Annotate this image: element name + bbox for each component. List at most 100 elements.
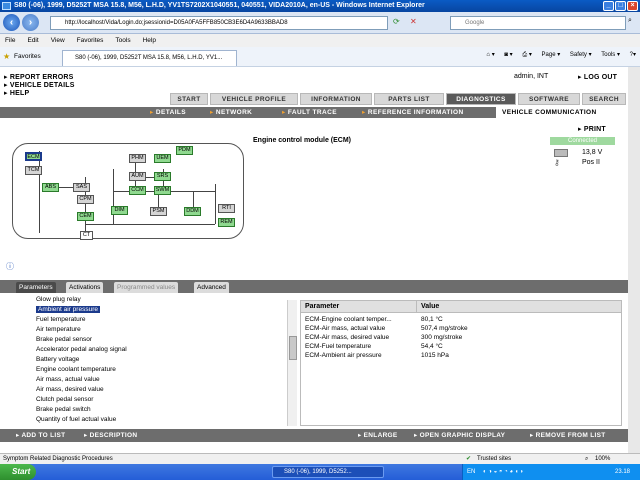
node-ecm[interactable]: ECM (25, 152, 42, 161)
zoom-icon[interactable]: ⌕ (585, 454, 588, 464)
star-icon[interactable]: ★ (3, 52, 10, 61)
logout-link[interactable]: ▸ LOG OUT (578, 73, 617, 81)
browser-tab[interactable]: S80 (-06), 1999, D5252T MSA 15.8, M56, L… (62, 50, 237, 66)
node-swm[interactable]: SWM (154, 186, 171, 195)
column-header-value[interactable]: Value (417, 301, 621, 313)
node-tcm[interactable]: TCM (25, 166, 42, 175)
vehicle-details-link[interactable]: ▸ VEHICLE DETAILS (4, 81, 75, 89)
list-item[interactable]: Accelerator pedal analog signal (0, 345, 300, 355)
info-icon[interactable]: ⓘ (6, 261, 14, 272)
tab-software[interactable]: SOFTWARE (518, 93, 580, 105)
list-item[interactable]: Brake pedal sensor (0, 335, 300, 345)
description-button[interactable]: ▸ DESCRIPTION (84, 429, 137, 442)
list-item[interactable]: Quantity of fuel actual value (0, 415, 300, 425)
node-cpm[interactable]: CPM (77, 195, 94, 204)
list-item[interactable]: Battery voltage (0, 355, 300, 365)
table-row[interactable]: ECM-Ambient air pressure 1015 hPa (301, 351, 621, 360)
node-ddm[interactable]: DDM (184, 207, 201, 216)
menu-file[interactable]: File (5, 37, 15, 44)
tab-diagnostics[interactable]: DIAGNOSTICS (446, 93, 516, 105)
tab-information[interactable]: INFORMATION (300, 93, 372, 105)
list-item[interactable]: Air temperature (0, 325, 300, 335)
node-pdm[interactable]: PDM (176, 146, 193, 155)
tab-start[interactable]: START (170, 93, 208, 105)
back-icon[interactable]: ‹ (3, 14, 20, 31)
maximize-button[interactable]: □ (615, 1, 626, 11)
menu-help[interactable]: Help (143, 37, 156, 44)
subtab-vehicle-communication[interactable]: VEHICLE COMMUNICATION (496, 107, 628, 118)
node-rti[interactable]: RTI (218, 204, 235, 213)
list-item[interactable]: Engine coolant temperature (0, 365, 300, 375)
node-ct[interactable]: CT (80, 231, 93, 240)
menu-edit[interactable]: Edit (27, 37, 38, 44)
minimize-button[interactable]: _ (603, 1, 614, 11)
search-input[interactable]: Google (450, 16, 626, 30)
table-row[interactable]: ECM-Air mass, actual value 507,4 mg/strok… (301, 324, 621, 333)
node-sas[interactable]: SAS (73, 183, 90, 192)
add-to-list-button[interactable]: ▸ ADD TO LIST (16, 429, 65, 442)
home-icon[interactable]: ⌂ ▾ (486, 52, 494, 58)
node-uem[interactable]: UEM (154, 154, 171, 163)
node-dim[interactable]: DIM (111, 206, 128, 215)
subtab-network[interactable]: ▸ NETWORK (210, 107, 252, 118)
tab-advanced[interactable]: Advanced (194, 282, 229, 293)
node-psm[interactable]: PSM (150, 207, 167, 216)
node-srs[interactable]: SRS (154, 172, 171, 181)
feeds-icon[interactable]: ◙ ▾ (504, 52, 512, 58)
forward-icon[interactable]: › (22, 14, 39, 31)
node-cem[interactable]: CEM (77, 212, 94, 221)
search-icon[interactable]: ⌕ (628, 17, 632, 25)
menu-favorites[interactable]: Favorites (77, 37, 104, 44)
node-ccm[interactable]: CCM (129, 186, 146, 195)
node-phm[interactable]: PHM (129, 154, 146, 163)
list-item[interactable]: Fuel temperature (0, 315, 300, 325)
stop-icon[interactable]: ✕ (410, 17, 417, 26)
remove-from-list-button[interactable]: ▸ REMOVE FROM LIST (530, 429, 605, 442)
refresh-icon[interactable]: ⟳ (393, 17, 400, 26)
start-button[interactable]: Start (0, 464, 36, 480)
tab-programmed-values: Programmed values (114, 282, 179, 293)
favorites-button[interactable]: Favorites (14, 53, 41, 60)
url-field[interactable]: http://localhost/Vida/Login.do;jsessioni… (50, 16, 388, 30)
close-button[interactable]: × (627, 1, 638, 11)
page-menu[interactable]: Page ▾ (542, 52, 561, 58)
tab-parameters[interactable]: Parameters (16, 282, 56, 293)
list-item[interactable]: Clutch pedal sensor (0, 395, 300, 405)
tab-parts-list[interactable]: PARTS LIST (374, 93, 444, 105)
help-link[interactable]: ▸ HELP (4, 89, 29, 97)
tab-vehicle-profile[interactable]: VEHICLE PROFILE (210, 93, 298, 105)
open-graphic-display-button[interactable]: ▸ OPEN GRAPHIC DISPLAY (414, 429, 505, 442)
subtab-reference-information[interactable]: ▸ REFERENCE INFORMATION (362, 107, 464, 118)
tab-activations[interactable]: Activations (66, 282, 104, 293)
safety-menu[interactable]: Safety ▾ (570, 52, 592, 58)
tab-search[interactable]: SEARCH (582, 93, 626, 105)
print-icon[interactable]: ⎙ ▾ (522, 52, 531, 58)
menu-view[interactable]: View (51, 37, 65, 44)
list-item[interactable]: Air mass, actual value (0, 375, 300, 385)
help-icon[interactable]: ?▾ (630, 52, 636, 58)
node-aum[interactable]: AUM (129, 172, 146, 181)
list-item[interactable]: Air mass, desired value (0, 385, 300, 395)
table-row[interactable]: ECM-Engine coolant temper... 80,1 °C (301, 315, 621, 324)
list-item-selected[interactable]: Ambient air pressure (0, 305, 300, 315)
subtab-details[interactable]: ▸ DETAILS (150, 107, 186, 118)
tools-menu[interactable]: Tools ▾ (601, 52, 620, 58)
print-link[interactable]: ▸ PRINT (578, 125, 606, 133)
menu-tools[interactable]: Tools (115, 37, 130, 44)
table-row[interactable]: ECM-Air mass, desired value 300 mg/stroke (301, 333, 621, 342)
taskbar-item-ie[interactable]: S80 (-06), 1999, D5252... (272, 466, 384, 478)
scrollbar-thumb[interactable] (289, 336, 297, 360)
column-header-parameter[interactable]: Parameter (301, 301, 417, 313)
node-rem[interactable]: REM (218, 218, 235, 227)
language-indicator[interactable]: EN (467, 464, 475, 480)
list-item[interactable]: Brake pedal switch (0, 405, 300, 415)
tray-icons[interactable]: ◐ ◑ ◒ ◓ ◔ ◕ ◖ ◗ (483, 464, 524, 480)
table-row[interactable]: ECM-Fuel temperature 54,4 °C (301, 342, 621, 351)
subtab-fault-trace[interactable]: ▸ FAULT TRACE (282, 107, 337, 118)
list-scrollbar[interactable] (287, 300, 297, 426)
enlarge-button[interactable]: ▸ ENLARGE (358, 429, 398, 442)
zoom-level[interactable]: 100% (595, 454, 610, 464)
report-errors-link[interactable]: ▸ REPORT ERRORS (4, 73, 74, 81)
list-item[interactable]: Glow plug relay (0, 295, 300, 305)
node-abs[interactable]: ABS (42, 183, 59, 192)
